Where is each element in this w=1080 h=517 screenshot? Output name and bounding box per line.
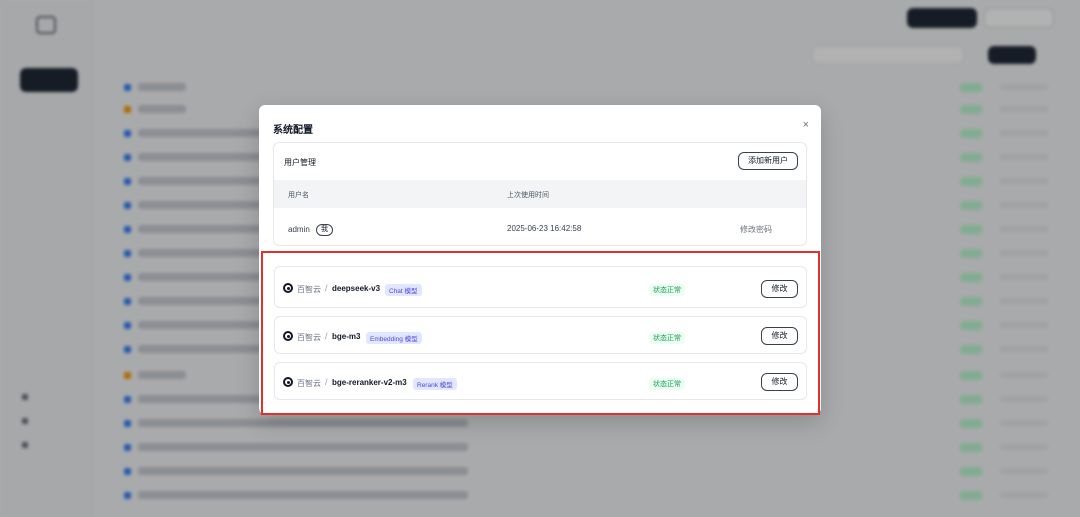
column-header-last-used: 上次使用时间	[507, 192, 549, 199]
me-badge: 我	[316, 224, 334, 236]
model-type-badge: Rerank 模型	[413, 378, 457, 390]
model-name: deepseek-v3	[332, 284, 381, 293]
path-separator: /	[325, 331, 328, 341]
provider-logo-icon	[283, 377, 293, 387]
model-name: bge-reranker-v2-m3	[332, 378, 407, 387]
username: admin	[288, 225, 310, 235]
model-status: 状态正常	[649, 284, 685, 296]
user-management-title: 用户管理	[284, 158, 316, 167]
model-status: 状态正常	[649, 378, 685, 390]
user-management-card: 用户管理 添加新用户 用户名 上次使用时间 admin 我 2025-06-23…	[273, 142, 807, 246]
path-separator: /	[325, 283, 328, 293]
add-user-button[interactable]: 添加新用户	[738, 152, 798, 170]
model-type-badge: Chat 模型	[385, 284, 422, 296]
path-separator: /	[325, 377, 328, 387]
model-name: bge-m3	[332, 332, 361, 341]
edit-model-button[interactable]: 修改	[761, 280, 798, 298]
model-type-badge: Embedding 模型	[366, 332, 422, 344]
provider-logo-icon	[283, 331, 293, 341]
table-row: admin 我 2025-06-23 16:42:58 修改密码	[274, 208, 806, 245]
username-cell: admin 我	[288, 224, 334, 236]
change-password-link[interactable]: 修改密码	[740, 224, 772, 235]
column-header-username: 用户名	[288, 192, 309, 199]
provider-logo-icon	[283, 283, 293, 293]
model-provider: 百智云	[297, 333, 321, 342]
last-used-time: 2025-06-23 16:42:58	[507, 224, 582, 233]
edit-model-button[interactable]: 修改	[761, 373, 798, 391]
model-card-deepseek-v3: 百智云 / deepseek-v3 Chat 模型 状态正常 修改	[274, 266, 807, 308]
users-table-header: 用户名 上次使用时间	[274, 180, 806, 208]
model-card-bge-m3: 百智云 / bge-m3 Embedding 模型 状态正常 修改	[274, 316, 807, 354]
model-provider: 百智云	[297, 379, 321, 388]
close-icon[interactable]: ×	[803, 119, 809, 131]
dialog-title: 系统配置	[273, 125, 313, 136]
edit-model-button[interactable]: 修改	[761, 327, 798, 345]
model-status: 状态正常	[649, 332, 685, 344]
model-provider: 百智云	[297, 285, 321, 294]
model-card-bge-reranker-v2-m3: 百智云 / bge-reranker-v2-m3 Rerank 模型 状态正常 …	[274, 362, 807, 400]
